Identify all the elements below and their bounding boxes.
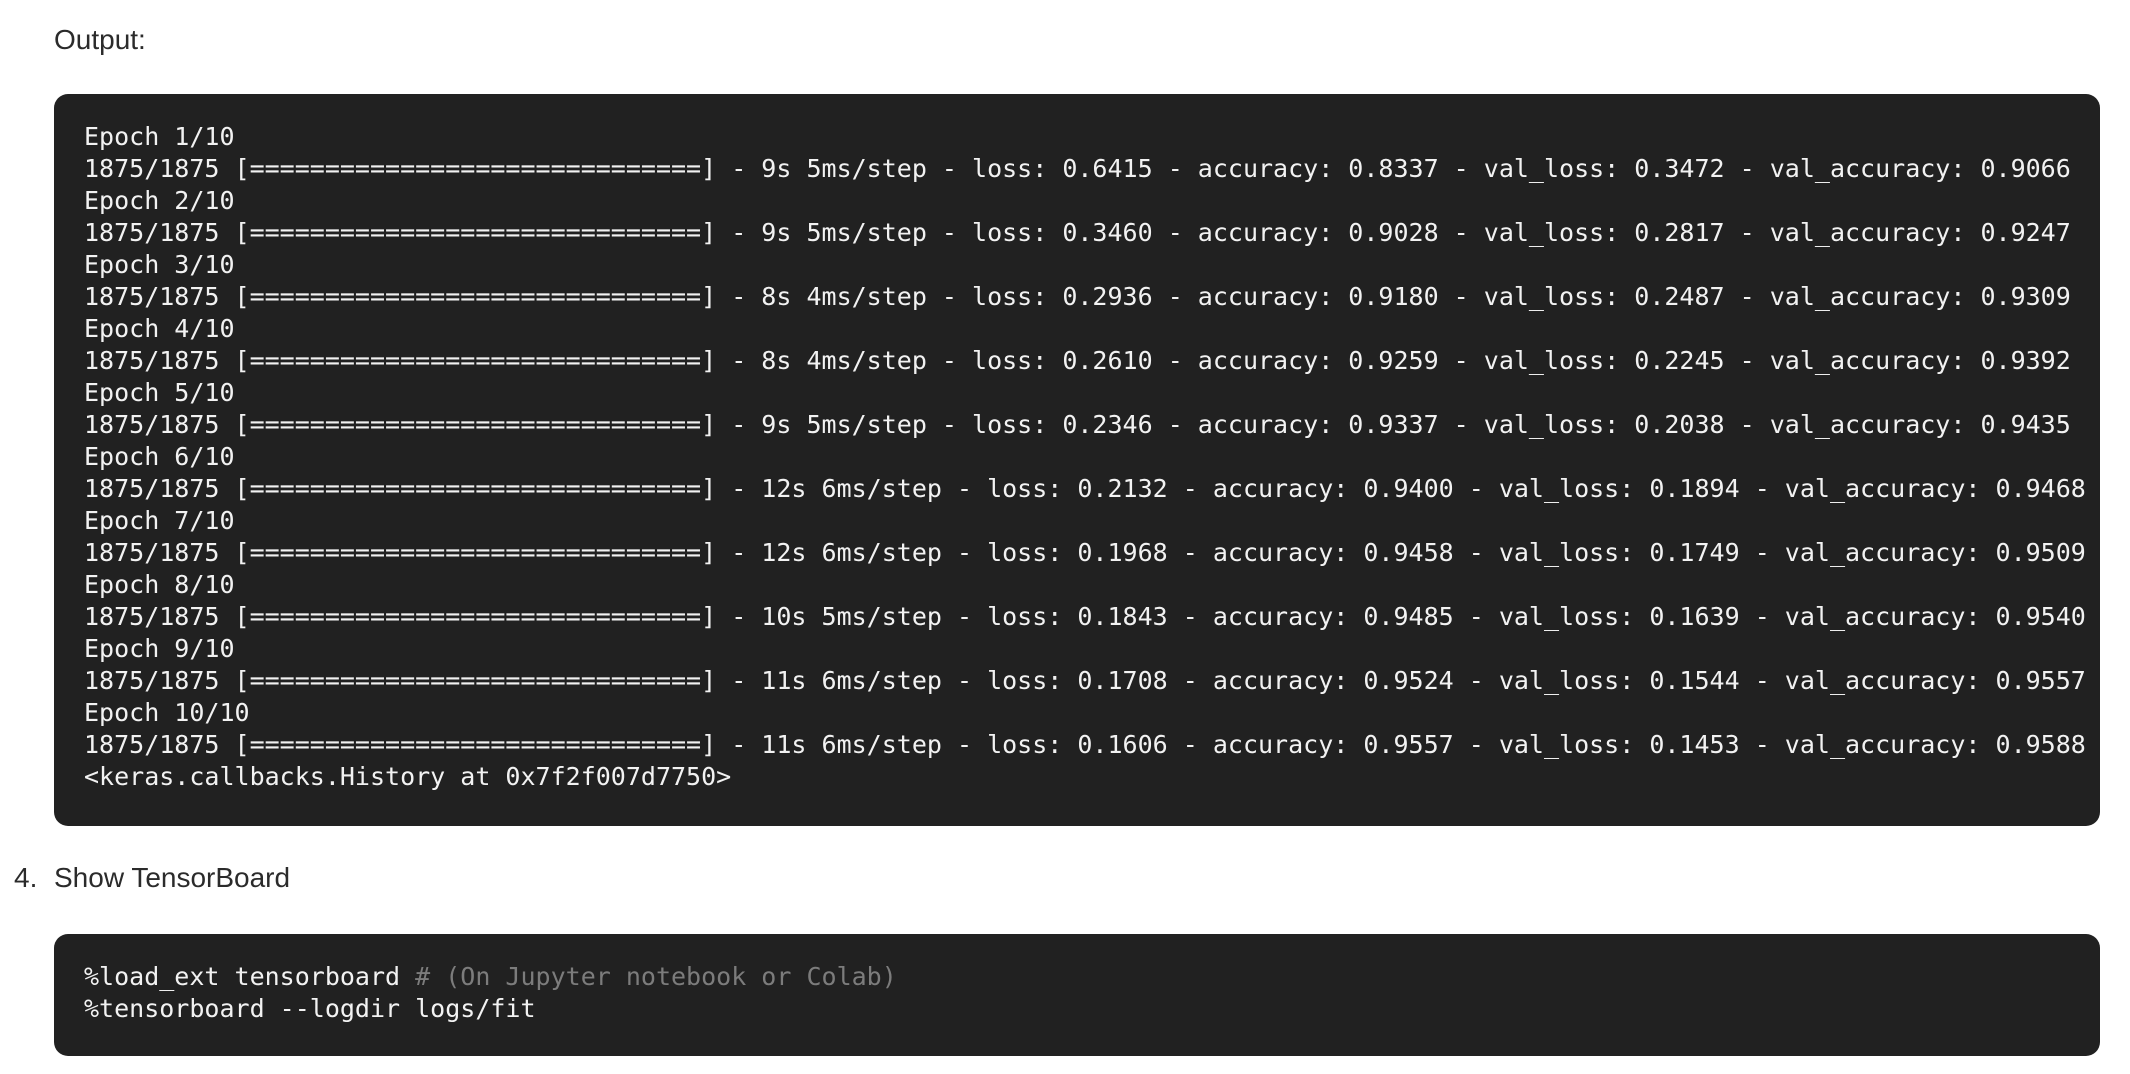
output-line: Epoch 10/10 — [84, 698, 250, 727]
command-line: %load_ext tensorboard # (On Jupyter note… — [84, 961, 2070, 993]
output-line: Epoch 3/10 — [84, 250, 235, 279]
step-title: Show TensorBoard — [54, 862, 291, 893]
output-line: 1875/1875 [=============================… — [84, 282, 2071, 311]
output-line: 1875/1875 [=============================… — [84, 602, 2086, 631]
output-line: Epoch 7/10 — [84, 506, 235, 535]
output-line: Epoch 1/10 — [84, 122, 235, 151]
output-line: 1875/1875 [=============================… — [84, 410, 2071, 439]
output-line: Epoch 8/10 — [84, 570, 235, 599]
output-line: <keras.callbacks.History at 0x7f2f007d77… — [84, 762, 732, 791]
output-label: Output: — [54, 24, 146, 55]
output-line: Epoch 4/10 — [84, 314, 235, 343]
step-number: 4. — [14, 862, 38, 893]
command-line: %tensorboard --logdir logs/fit — [84, 993, 2070, 1025]
step-list-item: 4. Show TensorBoard — [14, 860, 290, 896]
output-line: 1875/1875 [=============================… — [84, 154, 2071, 183]
output-line: Epoch 5/10 — [84, 378, 235, 407]
command-code: %load_ext tensorboard — [84, 962, 401, 991]
output-code-block[interactable]: Epoch 1/10 1875/1875 [===================… — [54, 94, 2100, 826]
output-line: 1875/1875 [=============================… — [84, 474, 2086, 503]
output-line: 1875/1875 [=============================… — [84, 346, 2071, 375]
output-line: 1875/1875 [=============================… — [84, 218, 2071, 247]
command-code: %tensorboard --logdir logs/fit — [84, 994, 536, 1023]
output-line: 1875/1875 [=============================… — [84, 666, 2086, 695]
command-code-block[interactable]: %load_ext tensorboard # (On Jupyter note… — [54, 934, 2100, 1056]
output-line: Epoch 6/10 — [84, 442, 235, 471]
output-line: 1875/1875 [=============================… — [84, 538, 2086, 567]
output-line: Epoch 9/10 — [84, 634, 235, 663]
output-line: Epoch 2/10 — [84, 186, 235, 215]
command-comment: # (On Jupyter notebook or Colab) — [400, 962, 897, 991]
output-line: 1875/1875 [=============================… — [84, 730, 2086, 759]
